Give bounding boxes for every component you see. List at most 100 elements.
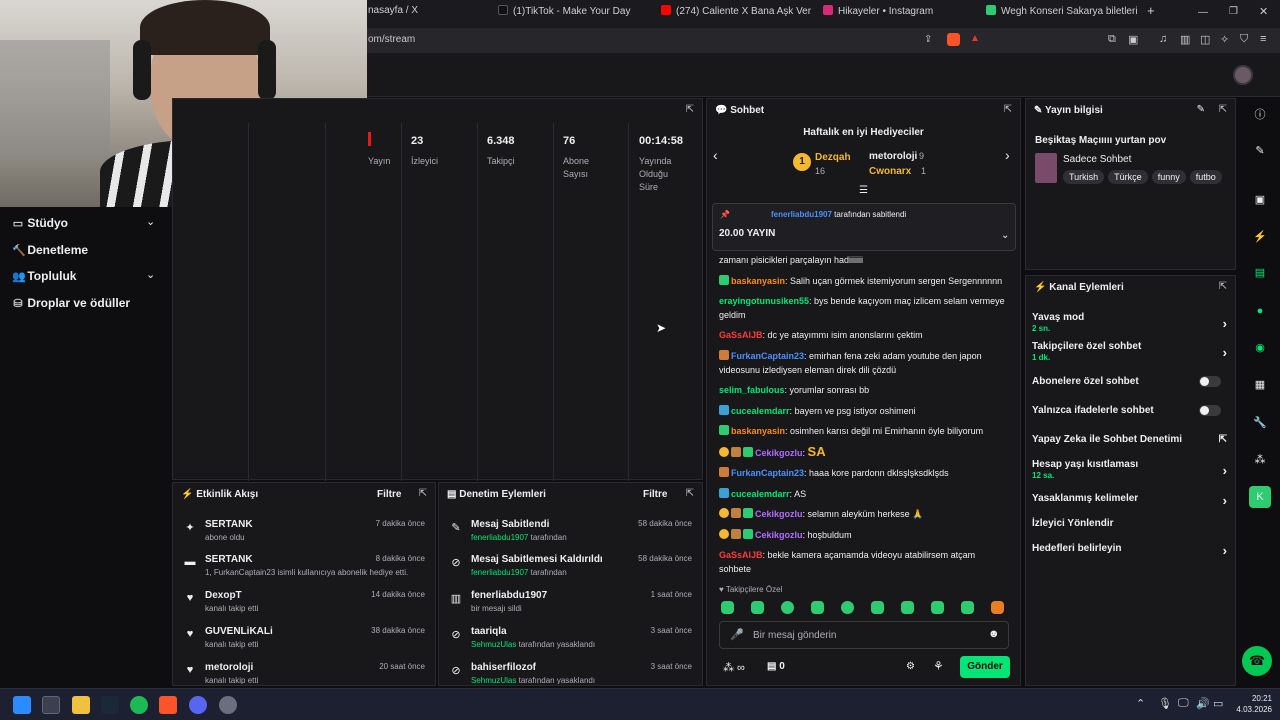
volume-icon[interactable]: 🔊 <box>1196 697 1210 710</box>
sidebar-item-moderation[interactable]: 🔨 Denetleme <box>12 243 88 257</box>
clock[interactable]: 20:21 4.03.2026 <box>1228 693 1272 715</box>
browser-tab[interactable]: (274) Caliente X Bana Aşk Ver (ALPE <box>661 5 811 23</box>
infinity-icon[interactable]: ⁂ ∞ <box>723 661 745 674</box>
sidebar-item-drops[interactable]: ⛁ Droplar ve ödüller <box>12 296 130 310</box>
collapse-icon[interactable]: ☰ <box>859 185 868 196</box>
tray-chevron-icon[interactable]: ⌃ <box>1136 697 1145 710</box>
store-icon[interactable]: ▦ <box>1249 374 1271 396</box>
url-field[interactable]: om/stream <box>368 34 415 45</box>
leo-icon[interactable]: ✧ <box>1220 33 1229 46</box>
app-icon[interactable] <box>42 696 60 714</box>
filter-button[interactable]: Filtre <box>377 489 401 500</box>
windows-start-icon[interactable] <box>13 696 31 714</box>
new-tab-button[interactable]: + <box>1147 3 1159 21</box>
action-goals[interactable]: Hedefleri belirleyin › <box>1032 543 1227 558</box>
category-name[interactable]: Sadece Sohbet <box>1063 154 1131 165</box>
chat-input[interactable]: 🎤 Bir mesaj gönderin ☻ <box>719 621 1009 649</box>
settings-icon[interactable]: ⚙ <box>906 661 915 672</box>
action-slow-mode[interactable]: Yavaş mod 2 sn. › <box>1032 312 1227 333</box>
action-account-age[interactable]: Hesap yaşı kısıtlaması 12 sa. › <box>1032 459 1227 480</box>
browser-tab[interactable]: nasayfa / X <box>368 5 488 23</box>
mic-icon[interactable]: 🎙 <box>1158 697 1172 710</box>
wallet-icon[interactable]: ◫ <box>1200 33 1210 46</box>
filter-button[interactable]: Filtre <box>643 489 667 500</box>
avatar[interactable] <box>1233 65 1253 85</box>
pinned-message[interactable]: 📌 fenerliabdu1907 tarafından sabitlendi … <box>712 203 1016 251</box>
emote-icon[interactable] <box>811 601 824 614</box>
emote-icon[interactable] <box>871 601 884 614</box>
browser-tab[interactable]: Wegh Konseri Sakarya biletleri | Bub <box>986 5 1138 23</box>
points-count[interactable]: ▤ 0 <box>767 661 785 672</box>
emoji-icon[interactable]: ☻ <box>988 628 1000 640</box>
battery-icon[interactable]: ▭ <box>1213 697 1223 710</box>
close-window-button[interactable]: ✕ <box>1259 5 1268 18</box>
discord-icon[interactable] <box>189 696 207 714</box>
file-explorer-icon[interactable] <box>72 696 90 714</box>
chevron-down-icon[interactable]: ⌄ <box>1001 230 1009 241</box>
sidebar-item-studio[interactable]: ▭ Stüdyo <box>12 216 68 230</box>
emote-icon[interactable] <box>991 601 1004 614</box>
brave-shield-icon[interactable] <box>947 33 960 46</box>
gifter-name[interactable]: metoroloji <box>869 151 917 162</box>
vpn-icon[interactable]: ⛉ <box>1240 33 1248 46</box>
support-icon[interactable]: ☎ <box>1242 646 1272 676</box>
rewards-icon[interactable]: ▲ <box>970 33 980 44</box>
network-icon[interactable]: 🖵 <box>1178 697 1189 710</box>
extensions-icon[interactable]: ⧉ <box>1108 33 1116 46</box>
info-icon[interactable]: ⓘ <box>1249 104 1271 126</box>
brave-icon[interactable] <box>159 696 177 714</box>
action-emote-only[interactable]: Yalnızca ifadelerle sohbet <box>1032 405 1227 416</box>
tag[interactable]: Türkçe <box>1108 170 1148 184</box>
toggle-switch[interactable] <box>1199 405 1221 416</box>
popout-icon[interactable]: ⇱ <box>1219 104 1227 115</box>
app-icon[interactable] <box>219 696 237 714</box>
gifter-name[interactable]: Dezqah <box>815 152 851 163</box>
category-thumbnail[interactable] <box>1035 153 1057 183</box>
bot-icon[interactable]: ⚘ <box>933 659 944 673</box>
emote-icon[interactable] <box>931 601 944 614</box>
minimize-button[interactable]: — <box>1198 7 1208 18</box>
toggle-switch[interactable] <box>1199 376 1221 387</box>
emote-icon[interactable] <box>961 601 974 614</box>
chevron-down-icon[interactable]: ⌄ <box>146 215 155 228</box>
emote-icon[interactable] <box>721 601 734 614</box>
clip-icon[interactable]: ▣ <box>1249 189 1271 211</box>
restore-button[interactable]: ❐ <box>1229 6 1238 17</box>
popout-icon[interactable]: ⇱ <box>1219 281 1227 292</box>
emote-icon[interactable] <box>901 601 914 614</box>
notes-icon[interactable]: ▤ <box>1249 262 1271 284</box>
popout-icon[interactable]: ⇱ <box>1004 104 1012 115</box>
chevron-down-icon[interactable]: ⌄ <box>146 268 155 281</box>
emote-icon[interactable] <box>751 601 764 614</box>
action-followers-only[interactable]: Takipçilere özel sohbet 1 dk. › <box>1032 341 1227 362</box>
kick-icon[interactable]: K <box>1249 486 1271 508</box>
broadcast-icon[interactable]: ◉ <box>1249 337 1271 359</box>
tag[interactable]: Turkish <box>1063 170 1105 184</box>
edit-icon[interactable]: ✎ <box>1249 140 1271 162</box>
chevron-right-icon[interactable]: › <box>1005 147 1010 163</box>
emote-icon[interactable] <box>781 601 794 614</box>
action-ai-moderation[interactable]: Yapay Zeka ile Sohbet Denetimi ⇱ <box>1032 434 1227 445</box>
send-button[interactable]: Gönder <box>960 656 1010 678</box>
popout-icon[interactable]: ⇱ <box>419 488 427 499</box>
action-subscribers-only[interactable]: Abonelere özel sohbet <box>1032 376 1227 387</box>
popout-icon[interactable]: ⇱ <box>686 104 694 115</box>
action-raid[interactable]: İzleyici Yönlendir <box>1032 518 1227 529</box>
popout-icon[interactable]: ⇱ <box>686 488 694 499</box>
music-icon[interactable]: ♫ <box>1159 33 1167 45</box>
edit-icon[interactable]: ✎ <box>1197 104 1205 115</box>
community-icon[interactable]: ⁂ <box>1249 449 1271 471</box>
action-banned-words[interactable]: Yasaklanmış kelimeler › <box>1032 493 1227 508</box>
chevron-left-icon[interactable]: ‹ <box>713 147 718 163</box>
wrench-icon[interactable]: 🔧 <box>1249 412 1271 434</box>
tag[interactable]: futbo <box>1189 170 1222 184</box>
share-icon[interactable]: ⇪ <box>924 34 932 45</box>
screenshot-icon[interactable]: ▣ <box>1128 33 1138 46</box>
sidebar-toggle-icon[interactable]: ▥ <box>1180 33 1190 46</box>
tag[interactable]: funny <box>1151 170 1186 184</box>
browser-tab[interactable]: Hikayeler • Instagram <box>823 5 973 23</box>
emote-icon[interactable] <box>841 601 854 614</box>
menu-icon[interactable]: ≡ <box>1260 33 1266 45</box>
flash-icon[interactable]: ⚡ <box>1249 226 1271 248</box>
steam-icon[interactable] <box>101 696 119 714</box>
